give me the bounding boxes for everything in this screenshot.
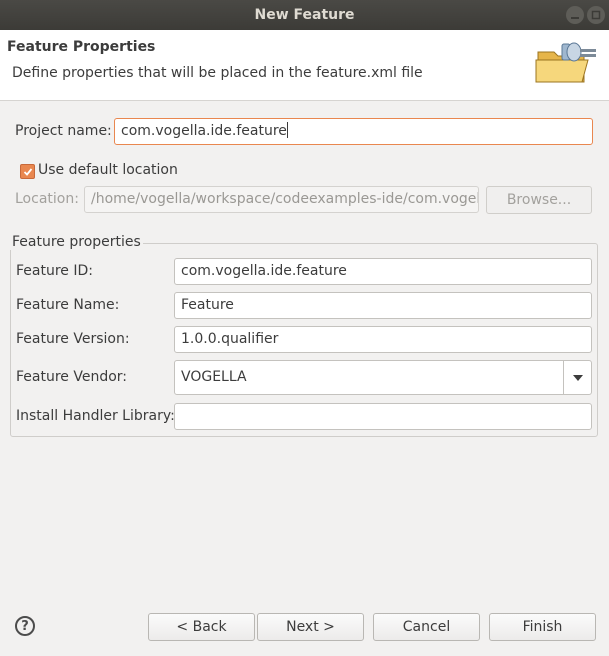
feature-id-value: com.vogella.ide.feature (181, 263, 347, 279)
browse-button: Browse... (486, 186, 592, 214)
feature-version-input[interactable]: 1.0.0.qualifier (174, 326, 592, 353)
location-input: /home/vogella/workspace/codeexamples-ide… (84, 186, 479, 213)
text-caret (286, 122, 288, 138)
install-handler-input[interactable] (174, 403, 592, 430)
project-name-input[interactable]: com.vogella.ide.feature (114, 118, 593, 145)
page-description: Define properties that will be placed in… (12, 65, 423, 81)
cancel-button[interactable]: Cancel (373, 613, 480, 641)
finish-button[interactable]: Finish (489, 613, 596, 641)
chevron-down-icon (572, 374, 583, 381)
wizard-header: Feature Properties Define properties tha… (0, 30, 609, 101)
maximize-button[interactable] (587, 6, 605, 24)
maximize-icon (591, 10, 601, 20)
window-title: New Feature (254, 7, 355, 23)
feature-name-input[interactable]: Feature (174, 292, 592, 319)
vendor-dropdown-button[interactable] (563, 361, 591, 394)
help-icon: ? (21, 618, 29, 634)
feature-name-label: Feature Name: (16, 297, 120, 313)
use-default-location-checkbox[interactable] (20, 164, 35, 179)
back-button[interactable]: < Back (148, 613, 255, 641)
feature-version-label: Feature Version: (16, 331, 130, 347)
feature-vendor-combo[interactable]: VOGELLA (174, 360, 592, 395)
install-handler-label: Install Handler Library: (16, 408, 175, 424)
page-title: Feature Properties (7, 39, 156, 55)
use-default-location-label[interactable]: Use default location (38, 162, 178, 178)
project-name-label: Project name: (15, 123, 112, 139)
checkmark-icon (23, 167, 32, 176)
feature-id-input[interactable]: com.vogella.ide.feature (174, 258, 592, 285)
folder-plugin-icon (535, 42, 596, 83)
next-button[interactable]: Next > (257, 613, 364, 641)
feature-vendor-label: Feature Vendor: (16, 369, 128, 385)
location-label: Location: (15, 191, 79, 207)
location-value: /home/vogella/workspace/codeexamples-ide… (91, 191, 479, 207)
feature-version-value: 1.0.0.qualifier (181, 331, 279, 347)
feature-properties-title: Feature properties (10, 234, 143, 250)
minimize-icon (571, 17, 579, 19)
window-titlebar: New Feature (0, 0, 609, 30)
feature-id-label: Feature ID: (16, 263, 93, 279)
help-button[interactable]: ? (15, 616, 35, 636)
feature-vendor-value: VOGELLA (181, 369, 247, 385)
feature-name-value: Feature (181, 297, 234, 313)
minimize-button[interactable] (566, 6, 584, 24)
project-name-value: com.vogella.ide.feature (121, 123, 287, 139)
